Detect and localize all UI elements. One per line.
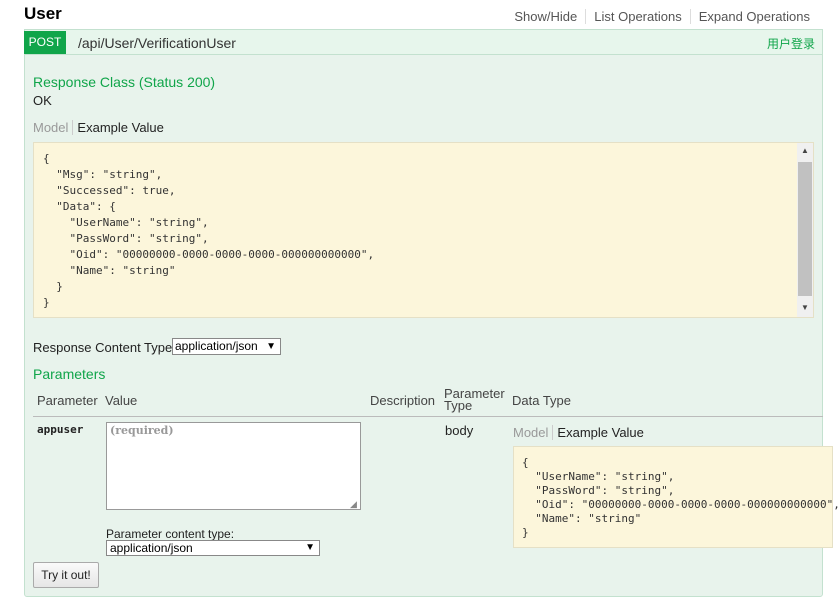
- header-data-type: Data Type: [512, 393, 572, 408]
- response-example-json: { "Msg": "string", "Successed": true, "D…: [43, 152, 375, 309]
- header-parameter: Parameter: [37, 393, 98, 408]
- list-operations-link[interactable]: List Operations: [585, 9, 689, 24]
- param-content-type-select[interactable]: application/json ▼: [106, 540, 320, 556]
- scroll-down-arrow-icon[interactable]: ▼: [797, 300, 813, 316]
- operation-summary[interactable]: 用户登录: [767, 35, 815, 52]
- param-content-type-label: Parameter content type:: [106, 527, 235, 541]
- response-model-tab[interactable]: Model: [33, 120, 74, 135]
- expand-operations-link[interactable]: Expand Operations: [689, 9, 818, 24]
- response-tabs: Model Example Value: [33, 120, 164, 135]
- header-description: Description: [370, 393, 436, 408]
- resource-links: Show/Hide List Operations Expand Operati…: [506, 9, 818, 24]
- header-divider: [33, 416, 823, 417]
- response-content-type-label: Response Content Type: [33, 340, 173, 355]
- response-example-tab[interactable]: Example Value: [73, 120, 163, 135]
- scrollbar-thumb[interactable]: [798, 162, 812, 296]
- response-status-text: OK: [33, 93, 52, 108]
- param-example-tab[interactable]: Example Value: [553, 425, 643, 440]
- http-method-badge[interactable]: POST: [24, 31, 66, 54]
- show-hide-link[interactable]: Show/Hide: [506, 9, 585, 24]
- scroll-up-arrow-icon[interactable]: ▲: [797, 143, 813, 159]
- header-parameter-type-line2: Type: [444, 398, 473, 413]
- param-name: appuser: [37, 423, 84, 436]
- operation-path[interactable]: /api/User/VerificationUser: [78, 35, 236, 51]
- param-value-placeholder: (required): [110, 424, 174, 437]
- parameters-title: Parameters: [33, 366, 106, 382]
- param-type-value: body: [445, 423, 474, 438]
- param-model-tab[interactable]: Model: [513, 425, 554, 440]
- response-content-type-value: application/json: [175, 339, 258, 353]
- dropdown-arrow-icon: ▼: [266, 341, 276, 352]
- header-parameter-type: Parameter Type: [444, 387, 505, 413]
- header-value: Value: [105, 393, 138, 408]
- param-example-json[interactable]: { "UserName": "string", "PassWord": "str…: [522, 456, 838, 540]
- response-class-title: Response Class (Status 200): [33, 74, 216, 90]
- response-content-type-select[interactable]: application/json ▼: [172, 338, 281, 355]
- resize-grip-icon[interactable]: ◢: [350, 499, 357, 510]
- dropdown-arrow-icon: ▼: [305, 542, 315, 553]
- try-it-out-button[interactable]: Try it out!: [33, 562, 99, 588]
- param-content-type-value: application/json: [110, 541, 193, 555]
- resource-title[interactable]: User: [24, 4, 62, 24]
- param-datatype-tabs: Model Example Value: [513, 425, 644, 440]
